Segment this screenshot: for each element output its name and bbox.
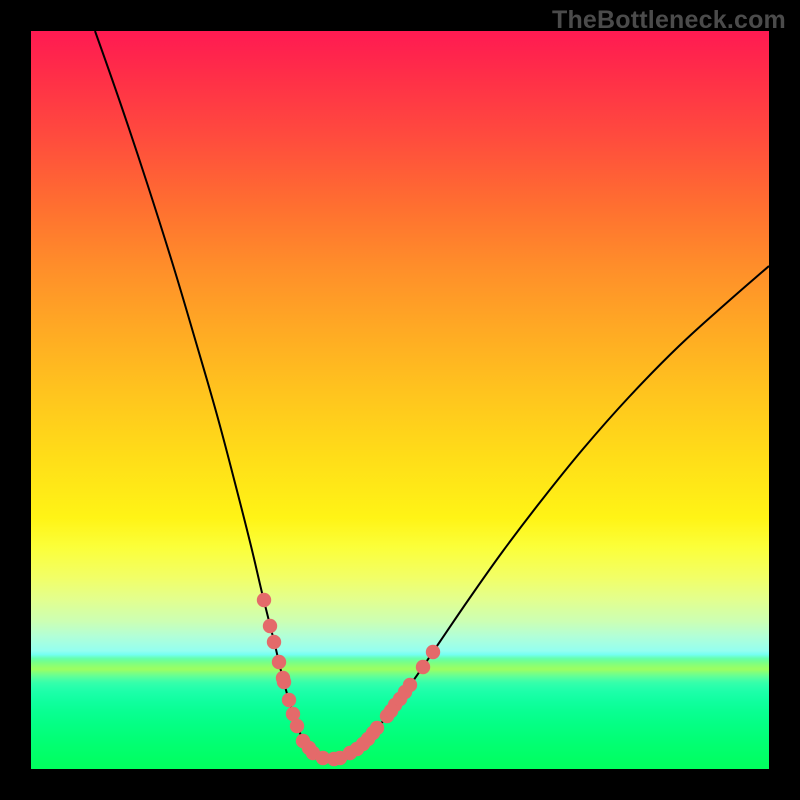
curve-marker [277, 675, 291, 689]
curve-marker [403, 678, 417, 692]
curve-marker [267, 635, 281, 649]
curve-marker [290, 719, 304, 733]
curve-marker [272, 655, 286, 669]
curve-marker [416, 660, 430, 674]
curve-marker [257, 593, 271, 607]
curve-marker [370, 721, 384, 735]
marker-group [257, 593, 440, 766]
chart-frame: TheBottleneck.com [0, 0, 800, 800]
watermark-text: TheBottleneck.com [552, 6, 786, 35]
curve-marker [263, 619, 277, 633]
bottleneck-curve-svg [31, 31, 769, 769]
curve-marker [282, 693, 296, 707]
plot-area [31, 31, 769, 769]
curve-marker [426, 645, 440, 659]
